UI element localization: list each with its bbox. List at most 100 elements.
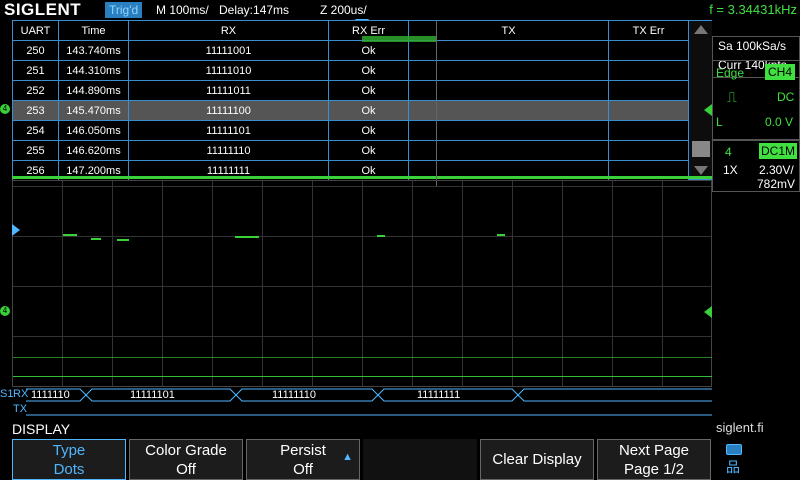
button-value: Off [176,461,196,478]
table-cell-tx-err [608,40,689,61]
site-watermark: siglent.fi [716,420,764,435]
table-cell-uart: 250 [12,40,59,61]
scroll-up-icon[interactable] [694,25,708,34]
table-cell-tx-err [608,120,689,141]
table-cell-tx-err [608,60,689,81]
channel-coupling-badge: DC1M [759,143,798,159]
table-cell-uart: 252 [12,80,59,101]
sample-rate: Sa 100kSa/s [718,39,787,53]
waveform-trace [13,234,713,377]
table-cell-tx [408,120,609,141]
column-header-time[interactable]: Time [58,20,129,41]
table-row[interactable]: 250 143.740ms 11111001 Ok [12,40,689,61]
volts-per-div: 2.30V/ [759,163,794,177]
channel-number: 4 [725,145,732,159]
channel-4-offset-marker[interactable]: 4 [0,306,10,316]
decode-table: UART Time RX RX Err TX TX Err 250 143.740… [12,20,689,181]
trigger-level-marker-left[interactable] [12,224,20,236]
channel-4-marker-top[interactable]: 4 [0,104,10,114]
column-header-uart[interactable]: UART [12,20,59,41]
table-cell-time: 144.310ms [58,60,129,81]
table-cell-rx-err: Ok [328,80,409,101]
table-cell-tx [408,80,609,101]
button-value: Page 1/2 [623,461,685,478]
button-label: Next Page [618,442,690,459]
trigger-level-marker-right[interactable] [704,306,712,318]
column-header-tx-err[interactable]: TX Err [608,20,689,41]
table-cell-tx [408,100,609,121]
trigger-coupling: DC [777,90,795,104]
decode-bus-area: S1 RX TX 1111110 11111101 11111110 11111… [0,387,712,417]
table-cell-rx: 11111001 [128,40,329,61]
table-cell-rx: 11111100 [128,100,329,121]
table-cell-tx-err [608,100,689,121]
timebase-readout: M 100ms/ [156,3,209,17]
button-label: Color Grade [145,442,227,459]
table-cell-uart: 255 [12,140,59,161]
table-cell-rx-err: Ok [328,40,409,61]
probe-factor: 1X [723,163,738,177]
display-type-button[interactable]: Type Dots [12,439,126,480]
next-page-button[interactable]: Next Page Page 1/2 [597,439,711,480]
table-cell-rx: 11111010 [128,60,329,81]
table-cell-time: 143.740ms [58,40,129,61]
trace-noise-burst [362,36,436,42]
table-cell-tx [408,60,609,81]
decode-list-panel: UART Time RX RX Err TX TX Err 250 143.740… [12,20,714,181]
table-cell-rx-err: Ok [328,60,409,81]
table-cell-tx-err [608,140,689,161]
zoom-timebase-readout: Z 200us/ [320,3,367,17]
menu-title: DISPLAY [12,421,71,437]
table-cell-rx-err: Ok [328,140,409,161]
color-grade-button[interactable]: Color Grade Off [129,439,243,480]
arrow-up-icon: ▲ [342,451,353,463]
table-cell-rx-err: Ok [328,120,409,141]
button-label: Clear Display [492,451,582,468]
channel-box[interactable]: 4 DC1M 1X 2.30V/ 782mV [712,140,800,192]
table-cell-rx: 11111101 [128,120,329,141]
table-cell-time: 145.470ms [58,100,129,121]
table-row[interactable]: 254 146.050ms 11111101 Ok [12,120,689,141]
scroll-down-icon[interactable] [694,166,708,175]
clear-display-button[interactable]: Clear Display [480,439,594,480]
battery-icon [726,444,742,455]
table-row[interactable]: 252 144.890ms 11111011 Ok [12,80,689,101]
table-row[interactable]: 255 146.620ms 11111110 Ok [12,140,689,161]
trigger-level-marker-right-top[interactable] [704,104,712,116]
table-cell-tx-err [608,80,689,101]
channel-offset: 782mV [757,177,796,191]
scroll-thumb[interactable] [692,141,710,157]
table-cell-time: 146.620ms [58,140,129,161]
persist-button[interactable]: Persist Off ▲ [246,439,360,480]
trigger-status-badge: Trig'd [105,2,143,18]
button-label: Type [52,442,86,459]
bus-frame-value: 11111101 [130,389,175,401]
table-cell-time: 144.890ms [58,80,129,101]
rising-edge-icon: ⎍ [727,89,737,105]
top-status-bar: SIGLENT Trig'd M 100ms/ Delay:147ms Z 20… [0,0,800,20]
column-header-tx[interactable]: TX [408,20,609,41]
table-cell-tx [408,140,609,161]
frequency-readout: f = 3.34431kHz [709,2,797,17]
table-cell-rx: 11111110 [128,140,329,161]
trigger-level-label: L [716,115,723,129]
trigger-level-value: 0.0 V [765,115,794,129]
table-cell-uart: 254 [12,120,59,141]
table-scrollbar[interactable] [688,20,714,180]
button-value: Dots [53,461,85,478]
bus-frame-value: 11111110 [272,389,317,401]
table-cell-time: 146.050ms [58,120,129,141]
column-header-rx[interactable]: RX [128,20,329,41]
table-header-row: UART Time RX RX Err TX TX Err [12,20,689,41]
table-cell-rx-err: Ok [328,100,409,121]
table-row[interactable]: 251 144.310ms 11111010 Ok [12,60,689,81]
waveform-grid[interactable] [12,180,713,387]
table-cell-uart: 251 [12,60,59,81]
table-row[interactable]: 253 145.470ms 11111100 Ok [12,100,689,121]
bus-frames [26,388,712,416]
trigger-box[interactable]: Edge CH4 ⎍ DC L 0.0 V [712,60,800,140]
table-cell-uart: 253 [12,100,59,121]
right-info-panel: Sa 100kSa/s Curr 140kpts Edge CH4 ⎍ DC L… [712,20,800,440]
trigger-source-badge: CH4 [765,64,796,80]
empty-menu-slot [363,439,477,480]
